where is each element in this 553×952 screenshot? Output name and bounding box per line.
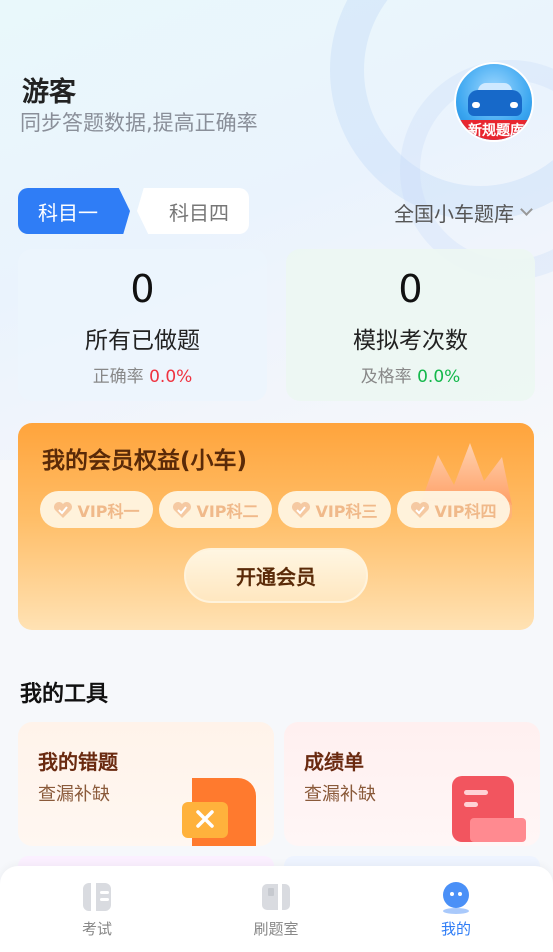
nav-label: 刷题室 [253,920,299,938]
mock-count: 0 [398,267,423,311]
nav-item-mine[interactable]: 我的 [396,880,516,944]
tool-name: 我的错题 [38,750,118,774]
done-questions-card[interactable]: 0 所有已做题 正确率 0.0% [18,249,267,401]
user-name[interactable]: 游客 [22,70,76,109]
vip-chip[interactable]: VIP科三 [278,491,391,528]
bottom-nav: 考试 刷题室 我的 [0,866,553,952]
mock-label: 模拟考次数 [353,328,468,354]
open-membership-button[interactable]: 开通会员 [184,548,368,603]
wrong-questions-card[interactable]: 我的错题 查漏补缺 [18,722,274,846]
heart-icon [54,501,73,518]
score-sheet-icon [452,776,526,842]
nav-item-practice-room[interactable]: 刷题室 [216,880,336,944]
vip-chip[interactable]: VIP科二 [159,491,272,528]
nav-item-exam[interactable]: 考试 [37,880,157,944]
accuracy-rate: 正确率 0.0% [92,367,193,387]
nav-label: 考试 [81,920,112,938]
heart-icon [173,501,192,518]
tab-subject-one[interactable]: 科目一 [18,188,130,234]
tools-section-title: 我的工具 [20,682,109,707]
heart-icon [411,501,430,518]
avatar-ribbon: 新规题库 [456,120,532,140]
wrong-questions-icon [182,778,256,846]
vip-chip[interactable]: VIP科一 [40,491,153,528]
tool-name: 成绩单 [304,750,364,774]
tab-subject-four[interactable]: 科目四 [137,188,249,234]
exam-icon [83,883,111,911]
vip-benefits-card[interactable]: 我的会员权益(小车) VIP科一 VIP科二 VIP科三 VIP科四 开通会员 [18,423,534,630]
tool-desc: 查漏补缺 [304,784,376,805]
score-sheet-card[interactable]: 成绩单 查漏补缺 [284,722,540,846]
accuracy-value: 0.0% [149,367,193,387]
practice-room-icon [262,884,290,910]
heart-icon [292,501,311,518]
done-count: 0 [130,267,155,311]
profile-icon [443,882,469,914]
tool-desc: 查漏补缺 [38,784,110,805]
pass-rate: 及格率 0.0% [360,367,461,387]
vip-chip[interactable]: VIP科四 [397,491,510,528]
vip-title: 我的会员权益(小车) [42,448,248,474]
question-bank-label: 全国小车题库 [394,202,514,226]
chevron-down-icon [520,203,533,216]
question-bank-select[interactable]: 全国小车题库 [394,198,533,227]
done-label: 所有已做题 [85,328,200,354]
pass-rate-value: 0.0% [417,367,461,387]
mock-exam-card[interactable]: 0 模拟考次数 及格率 0.0% [286,249,535,401]
login-hint[interactable]: 同步答题数据,提高正确率 [20,107,258,137]
avatar[interactable]: 新规题库 [454,62,534,142]
vip-chip-list: VIP科一 VIP科二 VIP科三 VIP科四 [40,491,510,528]
nav-label: 我的 [440,920,471,938]
